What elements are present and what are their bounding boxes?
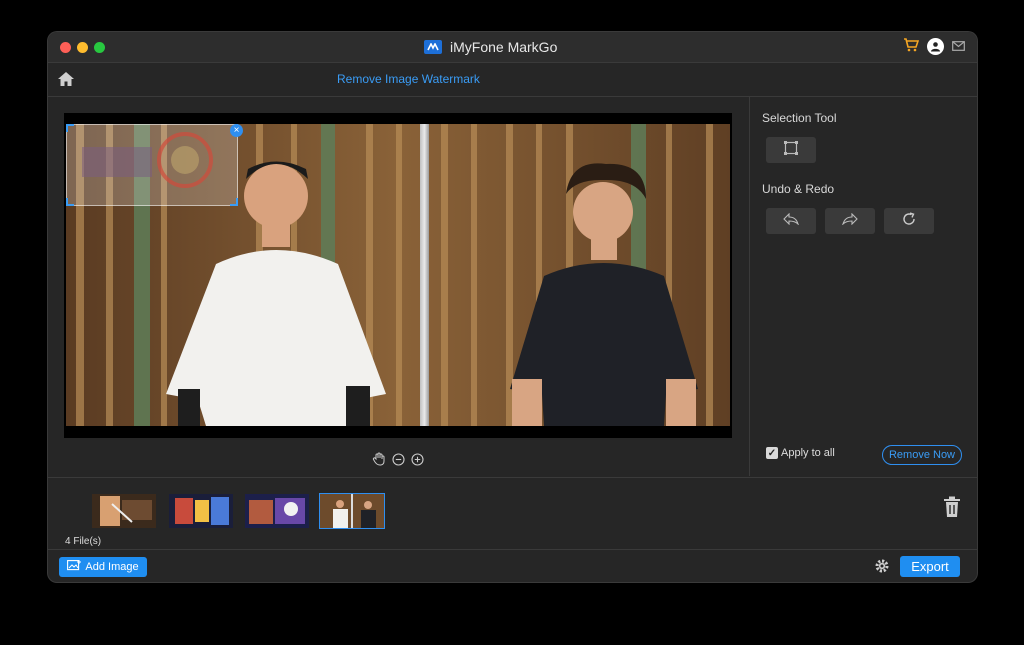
reset-button[interactable] <box>884 208 934 234</box>
selection-handle-bottom-right[interactable] <box>230 198 238 206</box>
mail-icon[interactable] <box>952 39 965 54</box>
page-title: Remove Image Watermark <box>337 72 480 86</box>
app-title-group: iMyFone MarkGo <box>424 38 557 56</box>
title-bar: iMyFone MarkGo <box>48 32 977 63</box>
zoom-in-icon[interactable] <box>411 452 424 469</box>
redo-icon <box>841 212 858 230</box>
undo-button[interactable] <box>766 208 816 234</box>
zoom-window-button[interactable] <box>94 42 105 53</box>
selection-tool-title: Selection Tool <box>762 111 837 125</box>
watermark-selection-box[interactable]: × <box>66 124 243 206</box>
account-icon[interactable] <box>927 38 944 55</box>
trash-icon[interactable] <box>943 496 961 523</box>
undo-icon <box>783 212 800 230</box>
app-title: iMyFone MarkGo <box>450 39 558 55</box>
pan-hand-icon[interactable] <box>372 452 386 469</box>
rectangle-select-icon <box>783 140 799 161</box>
add-image-label: Add Image <box>85 561 139 573</box>
reset-icon <box>902 211 916 231</box>
close-window-button[interactable] <box>60 42 71 53</box>
titlebar-icons <box>903 38 965 55</box>
app-window: iMyFone MarkGo Remove Image Watermark × … <box>48 32 977 582</box>
markgo-logo-icon <box>424 40 442 54</box>
checkbox-check-icon: ✓ <box>766 447 778 459</box>
settings-gear-icon[interactable] <box>874 558 890 579</box>
top-toolbar: Remove Image Watermark <box>48 63 977 97</box>
remove-selection-close-icon[interactable]: × <box>230 124 243 137</box>
export-button[interactable]: Export <box>900 556 960 577</box>
image-frame: × <box>64 113 732 438</box>
selection-handle-bottom-left[interactable] <box>66 198 74 206</box>
thumbnail-2[interactable] <box>168 493 234 529</box>
selection-handle-top-left[interactable] <box>66 124 74 132</box>
file-strip: 4 File(s) <box>48 477 977 550</box>
rectangle-select-button[interactable] <box>766 137 816 163</box>
minimize-window-button[interactable] <box>77 42 88 53</box>
remove-now-button[interactable]: Remove Now <box>882 445 962 465</box>
thumbnail-4[interactable] <box>319 493 385 529</box>
zoom-tools <box>372 452 424 469</box>
cart-icon[interactable] <box>903 38 920 55</box>
apply-to-all-label: Apply to all <box>781 447 835 459</box>
image-split-divider <box>420 124 429 426</box>
bottom-bar: Add Image Export <box>48 549 977 582</box>
redo-button[interactable] <box>825 208 875 234</box>
thumbnail-3[interactable] <box>244 493 310 529</box>
file-count: 4 File(s) <box>65 536 102 547</box>
add-image-icon <box>67 560 82 574</box>
undo-redo-title: Undo & Redo <box>762 182 835 196</box>
home-icon[interactable] <box>57 71 75 92</box>
right-panel: Selection Tool Undo & Redo ✓ Apply to al… <box>749 97 977 476</box>
add-image-button[interactable]: Add Image <box>59 557 147 577</box>
thumbnail-1[interactable] <box>91 493 157 529</box>
apply-to-all-checkbox[interactable]: ✓ Apply to all <box>766 447 835 459</box>
canvas-area: × <box>48 97 748 476</box>
zoom-out-icon[interactable] <box>392 452 405 469</box>
